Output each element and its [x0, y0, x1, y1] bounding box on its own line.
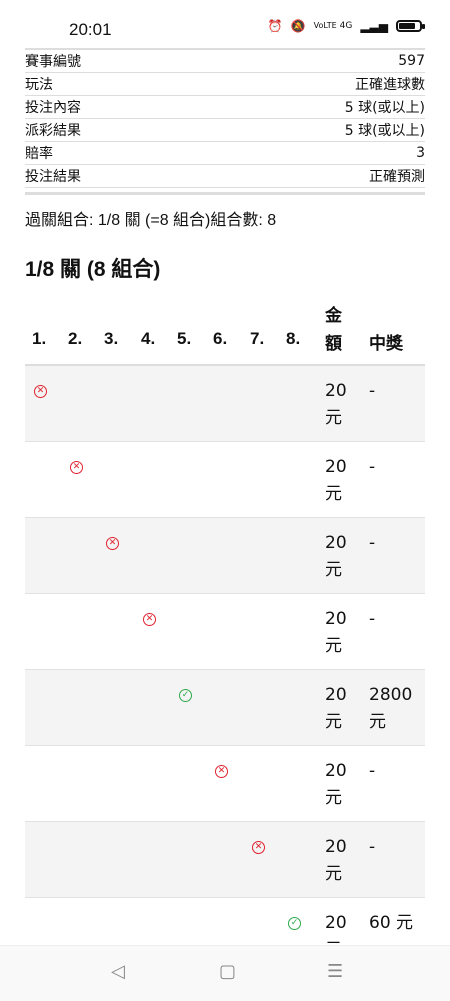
header-cell: 金額	[325, 306, 342, 353]
combo-amount: 20 元	[325, 913, 347, 945]
combo-amount: 20 元	[325, 533, 347, 580]
cross-circle-icon: ✕	[215, 765, 228, 778]
combo-prize: -	[369, 761, 376, 781]
header-cell: 2.	[68, 329, 83, 348]
combo-row: ✕ 20 元 -	[25, 822, 425, 898]
battery-icon	[396, 20, 425, 32]
info-row: 賠率 3	[25, 141, 425, 164]
info-label: 賽事編號	[25, 54, 81, 70]
combo-row: ✕ 20 元 -	[25, 746, 425, 822]
info-label: 賠率	[25, 146, 53, 162]
combo-prize: -	[369, 533, 376, 553]
combo-row: ✕ 20 元 -	[25, 442, 425, 518]
4g-signal-icon: 4G	[339, 21, 353, 31]
bet-info-table: 賽事編號 597 玩法 正確進球數投注內容 5 球(或以上) 派彩結果 5 球(或以上) 賠率…	[25, 48, 425, 195]
info-row: 派彩結果 5 球(或以上)	[25, 118, 425, 141]
header-cell: 8.	[286, 329, 301, 348]
combo-prize: 2800 元	[369, 685, 413, 732]
home-icon[interactable]: ▢	[219, 961, 236, 982]
header-cell: 3.	[104, 329, 119, 348]
info-divider	[25, 187, 425, 195]
combo-prize: -	[369, 837, 376, 857]
back-icon[interactable]: ◁	[111, 961, 125, 982]
clock: 20:01	[69, 20, 112, 39]
system-nav-bar: ◁ ▢ ☰	[0, 945, 450, 1001]
combo-amount: 20 元	[325, 761, 347, 808]
info-value: 597	[398, 53, 425, 69]
combo-amount: 20 元	[325, 837, 347, 884]
header-cell: 5.	[177, 329, 192, 348]
cross-circle-icon: ✕	[143, 613, 156, 626]
status-icons: ⏰ 🔕 VoLTE 4G ▂▃▅	[267, 19, 425, 33]
combo-amount: 20 元	[325, 685, 347, 732]
status-bar: 20:01 ⏰ 🔕 VoLTE 4G ▂▃▅	[0, 0, 450, 48]
combo-summary: 過關組合: 1/8 關 (=8 組合)組合數: 8	[25, 212, 277, 229]
header-cell: 1.	[32, 329, 47, 348]
info-row: 投注結果 正確預測	[25, 164, 425, 187]
combo-amount: 20 元	[325, 609, 347, 656]
signal-icon: ▂▃▅	[360, 19, 388, 33]
header-cell: 4.	[141, 329, 156, 348]
check-circle-icon: ✓	[179, 689, 192, 702]
cross-circle-icon: ✕	[70, 461, 83, 474]
volte-icon: VoLTE	[313, 21, 337, 30]
combo-row: ✕ 20 元 -	[25, 594, 425, 670]
combo-row: ✕ 20 元 -	[25, 518, 425, 594]
combo-amount: 20 元	[325, 457, 347, 504]
cross-circle-icon: ✕	[252, 841, 265, 854]
alarm-icon: ⏰	[267, 19, 283, 33]
combo-row: ✕ 20 元 -	[25, 366, 425, 442]
cross-circle-icon: ✕	[106, 537, 119, 550]
combo-prize: -	[369, 609, 376, 629]
combo-table-header: 1. 2. 3. 4. 5. 6. 7. 8. 金額中獎	[25, 298, 425, 366]
info-value: 3	[416, 145, 425, 161]
info-row: 投注內容 5 球(或以上)	[25, 95, 425, 118]
info-label: 玩法	[25, 77, 53, 93]
header-cell: 中獎	[369, 334, 403, 353]
info-value: 5 球(或以上)	[344, 100, 425, 116]
info-label: 派彩結果	[25, 123, 81, 139]
info-value: 5 球(或以上)	[344, 123, 425, 139]
mute-icon: 🔕	[290, 19, 306, 33]
info-row: 玩法 正確進球數	[25, 72, 425, 95]
menu-icon[interactable]: ☰	[327, 961, 343, 982]
header-cell: 6.	[213, 329, 228, 348]
cross-circle-icon: ✕	[34, 385, 47, 398]
combo-amount: 20 元	[325, 381, 347, 428]
combo-prize: -	[369, 381, 376, 401]
info-label: 投注內容	[25, 100, 81, 116]
combo-prize: 60 元	[369, 913, 414, 933]
combo-row: ✓ 20 元 60 元	[25, 898, 425, 945]
info-label: 投注結果	[25, 169, 81, 185]
combo-prize: -	[369, 457, 376, 477]
combo-row: ✓ 20 元 2800 元	[25, 670, 425, 746]
combo-table: 1. 2. 3. 4. 5. 6. 7. 8. 金額 中獎 ✕ 20 元 - ✕ 20 元 - ✕ 20 元 - ✕…	[25, 298, 425, 945]
bet-detail-page[interactable]: 賽事編號 597 玩法 正確進球數投注內容 5 球(或以上) 派彩結果 5 球(或以上) 賠率…	[0, 48, 450, 945]
header-cell: 7.	[250, 329, 265, 348]
info-value: 正確進球數	[355, 77, 425, 93]
section-title: 1/8 關 (8 組合)	[25, 258, 161, 281]
check-circle-icon: ✓	[288, 917, 301, 930]
info-value: 正確預測	[369, 169, 425, 185]
info-row: 賽事編號 597	[25, 48, 425, 72]
